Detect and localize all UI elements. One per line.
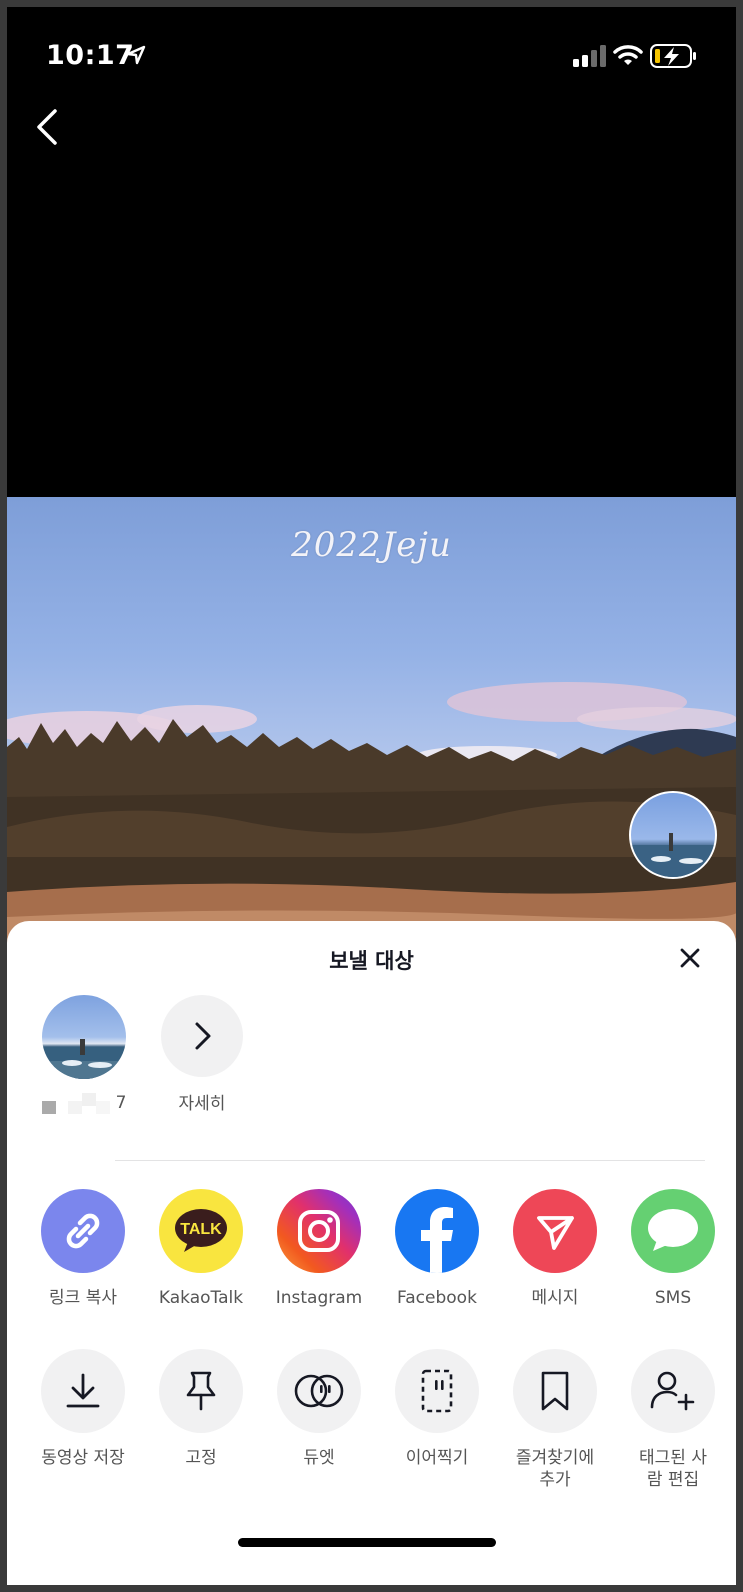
kakaotalk-icon: TALK xyxy=(175,1209,227,1252)
duet-circle xyxy=(277,1349,361,1433)
sms-icon xyxy=(648,1209,698,1251)
stitch-circle xyxy=(395,1349,479,1433)
pin-label: 고정 xyxy=(185,1448,217,1468)
battery-charging-icon xyxy=(650,44,696,68)
chevron-right-icon xyxy=(195,1022,211,1050)
avatar xyxy=(42,995,126,1079)
add-favorites-button[interactable]: 즐겨찾기에 추가 xyxy=(496,1349,614,1491)
screen: 10:17 2022Jeju 보낼 대상 7 자세히 링크 복사 TALK Ka… xyxy=(7,7,736,1585)
copy-link-label: 링크 복사 xyxy=(49,1288,117,1308)
divider xyxy=(115,1160,705,1161)
sheet-title: 보낼 대상 xyxy=(329,949,414,973)
duet-label: 듀엣 xyxy=(303,1448,335,1468)
contact-item[interactable]: 7 xyxy=(34,995,134,1115)
kakaotalk-label: KakaoTalk xyxy=(158,1288,244,1308)
instagram-label: Instagram xyxy=(275,1288,363,1308)
share-sheet: 보낼 대상 7 자세히 링크 복사 TALK KakaoTalk Instagr… xyxy=(7,921,736,1585)
sms-circle xyxy=(631,1189,715,1273)
save-video-button[interactable]: 동영상 저장 xyxy=(24,1349,142,1469)
status-bar: 10:17 xyxy=(7,7,736,97)
contact-name-text: 7 xyxy=(115,1093,127,1113)
back-button[interactable] xyxy=(29,105,69,149)
pin-icon xyxy=(186,1371,216,1411)
facebook-button[interactable]: Facebook xyxy=(378,1189,496,1309)
facebook-label: Facebook xyxy=(397,1288,477,1308)
download-icon xyxy=(66,1373,100,1408)
instagram-icon xyxy=(298,1210,340,1252)
creator-avatar[interactable] xyxy=(629,791,717,879)
save-video-circle xyxy=(41,1349,125,1433)
send-icon xyxy=(537,1216,574,1250)
edit-tagged-label: 태그된 사람 편집 xyxy=(639,1448,707,1490)
link-icon xyxy=(66,1213,100,1249)
kakaotalk-circle: TALK xyxy=(159,1189,243,1273)
edit-tagged-circle xyxy=(631,1349,715,1433)
add-favorites-label: 즐겨찾기에 추가 xyxy=(515,1448,595,1490)
pin-button[interactable]: 고정 xyxy=(142,1349,260,1469)
bookmark-icon xyxy=(541,1371,569,1411)
add-person-icon xyxy=(650,1371,695,1411)
more-circle xyxy=(161,995,243,1077)
save-video-label: 동영상 저장 xyxy=(41,1448,125,1468)
more-contacts-button[interactable]: 자세히 xyxy=(152,995,252,1114)
pin-circle xyxy=(159,1349,243,1433)
sms-label: SMS xyxy=(654,1288,692,1308)
avatar-photo-icon xyxy=(42,1039,126,1079)
stitch-label: 이어찍기 xyxy=(405,1448,469,1468)
edit-tagged-people-button[interactable]: 태그된 사람 편집 xyxy=(614,1349,732,1491)
copy-link-button[interactable]: 링크 복사 xyxy=(24,1189,142,1309)
message-button[interactable]: 메시지 xyxy=(496,1189,614,1309)
instagram-button[interactable]: Instagram xyxy=(260,1189,378,1309)
signal-icon xyxy=(573,45,606,67)
instagram-circle xyxy=(277,1189,361,1273)
duet-icon xyxy=(294,1374,344,1408)
close-button[interactable] xyxy=(671,939,709,977)
message-circle xyxy=(513,1189,597,1273)
status-time: 10:17 xyxy=(46,40,135,71)
video-caption: 2022Jeju xyxy=(291,525,452,565)
message-label: 메시지 xyxy=(531,1288,579,1308)
add-favorites-circle xyxy=(513,1349,597,1433)
kakaotalk-button[interactable]: TALK KakaoTalk xyxy=(142,1189,260,1309)
stitch-button[interactable]: 이어찍기 xyxy=(378,1349,496,1469)
stitch-icon xyxy=(421,1369,453,1413)
facebook-icon xyxy=(421,1207,453,1273)
wifi-icon xyxy=(613,45,643,65)
duet-button[interactable]: 듀엣 xyxy=(260,1349,378,1469)
copy-link-circle xyxy=(41,1189,125,1273)
location-arrow-icon xyxy=(126,45,146,65)
home-indicator[interactable] xyxy=(238,1538,496,1547)
svg-text:TALK: TALK xyxy=(180,1221,222,1238)
video-player[interactable]: 2022Jeju xyxy=(7,497,736,947)
redacted-name-icon xyxy=(41,1093,110,1114)
sms-button[interactable]: SMS xyxy=(614,1189,732,1309)
facebook-circle xyxy=(395,1189,479,1273)
contact-name: 7 xyxy=(34,1091,134,1115)
creator-photo-icon xyxy=(631,833,715,877)
more-label: 자세히 xyxy=(178,1094,226,1114)
